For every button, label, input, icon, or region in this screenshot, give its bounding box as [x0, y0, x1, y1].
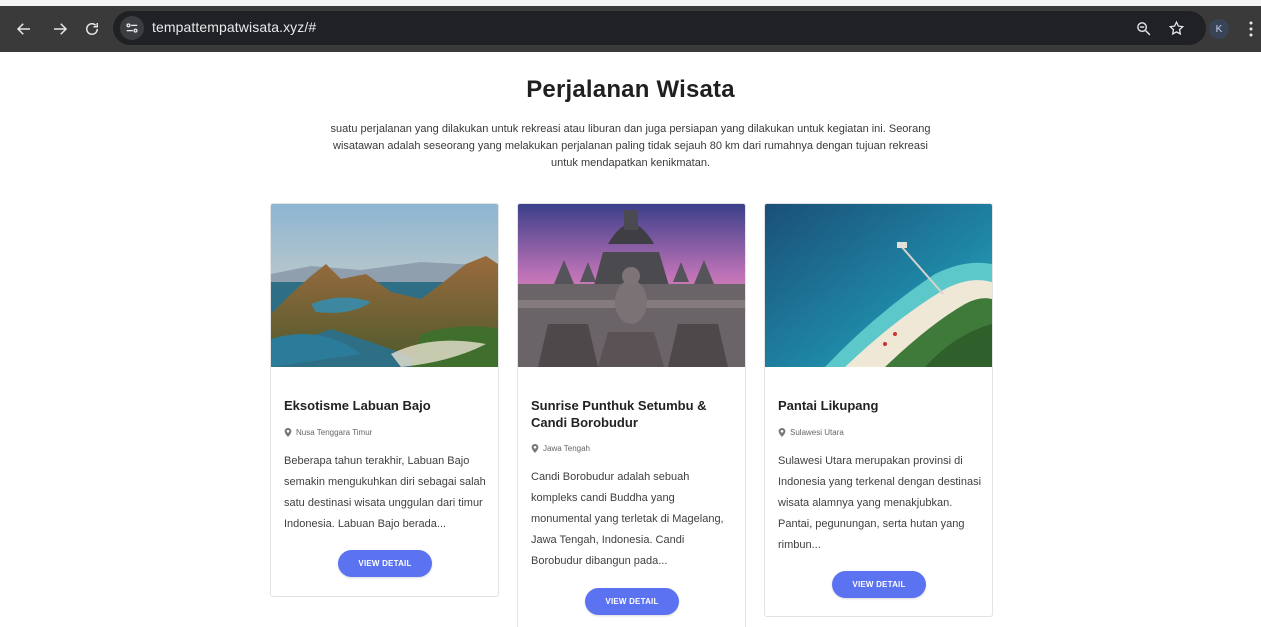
url-text[interactable]: tempattempatwisata.xyz/# [152, 19, 316, 35]
card-image-likupang [765, 204, 992, 367]
card-location-label: Nusa Tenggara Timur [296, 428, 373, 437]
card-excerpt: Candi Borobudur adalah sebuah kompleks c… [531, 471, 724, 567]
card-excerpt: Sulawesi Utara merupakan provinsi di Ind… [778, 455, 982, 551]
page-description: suatu perjalanan yang dilakukan untuk re… [330, 123, 931, 169]
card-location-label: Jawa Tengah [543, 444, 590, 453]
page-title: Perjalanan Wisata [526, 76, 735, 103]
card-excerpt: Beberapa tahun terakhir, Labuan Bajo sem… [284, 455, 486, 530]
card-location: Nusa Tenggara Timur [284, 428, 372, 437]
destination-card: Sunrise Punthuk Setumbu & Candi Borobudu… [517, 203, 746, 627]
reload-icon[interactable] [81, 18, 103, 40]
back-arrow-icon[interactable] [13, 18, 35, 40]
location-pin-icon [284, 428, 292, 437]
site-info-icon[interactable] [120, 16, 144, 40]
profile-avatar[interactable]: K [1209, 19, 1229, 39]
view-detail-button[interactable]: VIEW DETAIL [585, 588, 679, 615]
card-image-borobudur [518, 204, 745, 367]
more-vert-icon[interactable] [1246, 18, 1256, 40]
card-location: Sulawesi Utara [778, 428, 844, 437]
zoom-icon[interactable] [1133, 18, 1153, 38]
location-pin-icon [531, 444, 539, 453]
card-title: Eksotisme Labuan Bajo [284, 398, 431, 413]
browser-toolbar: tempattempatwisata.xyz/# K [0, 6, 1261, 52]
card-image-labuan-bajo [271, 204, 498, 367]
view-detail-button[interactable]: VIEW DETAIL [338, 550, 432, 577]
destination-card: Eksotisme Labuan Bajo Nusa Tenggara Timu… [270, 203, 499, 597]
card-location: Jawa Tengah [531, 444, 590, 453]
forward-arrow-icon[interactable] [49, 18, 71, 40]
card-title: Pantai Likupang [778, 398, 879, 413]
destination-card: Pantai Likupang Sulawesi Utara Sulawesi … [764, 203, 993, 617]
bookmark-star-icon[interactable] [1166, 18, 1186, 38]
card-title: Sunrise Punthuk Setumbu & Candi Borobudu… [531, 398, 707, 430]
location-pin-icon [778, 428, 786, 437]
view-detail-button[interactable]: VIEW DETAIL [832, 571, 926, 598]
card-location-label: Sulawesi Utara [790, 428, 844, 437]
address-bar[interactable]: tempattempatwisata.xyz/# [113, 11, 1206, 45]
